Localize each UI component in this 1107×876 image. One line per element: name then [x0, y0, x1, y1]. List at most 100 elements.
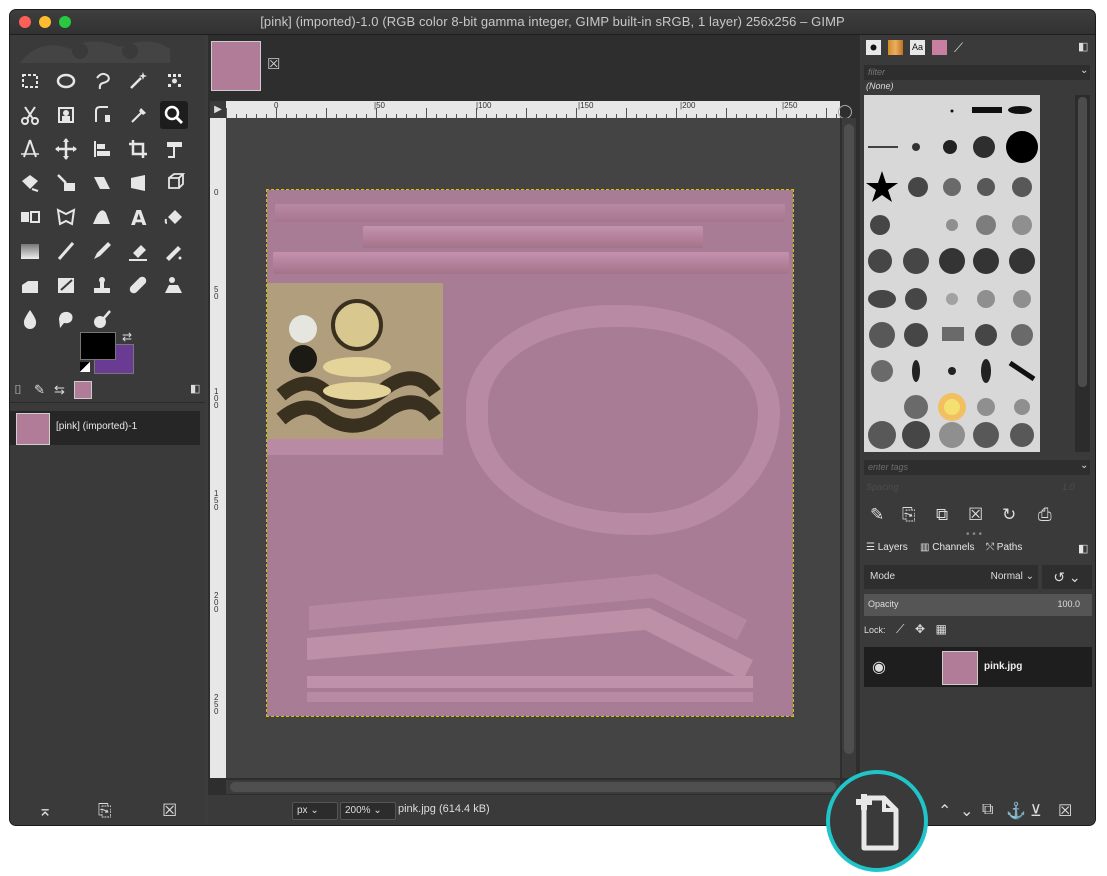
brush-scroll-thumb[interactable] [1078, 97, 1087, 387]
lock-alpha-icon[interactable]: ▦ [936, 622, 947, 636]
delete-layer-icon[interactable]: ☒ [1058, 801, 1072, 821]
reset-colors-icon[interactable] [80, 362, 90, 372]
opacity-slider[interactable]: Opacity 100.0 [864, 594, 1092, 616]
undo-history-tab-icon[interactable]: ⇆ [54, 382, 65, 398]
align-tool[interactable] [88, 135, 116, 163]
layers-tab[interactable]: ☰ Layers [866, 542, 908, 553]
scissors-select-tool[interactable] [16, 101, 44, 129]
flip-tool[interactable] [16, 203, 44, 231]
mypaint-brush-tool[interactable] [52, 271, 80, 299]
zoom-tool[interactable] [160, 101, 188, 129]
image-tab-thumbnail[interactable] [211, 41, 261, 91]
duplicate-layer-icon[interactable]: ⧉ [982, 801, 993, 819]
rect-select-tool[interactable] [16, 67, 44, 95]
layer-mode-select[interactable]: Mode Normal ⌄ [864, 565, 1038, 589]
visibility-eye-icon[interactable]: ◉ [872, 657, 886, 677]
lower-layer-icon[interactable]: ⌄ [960, 801, 973, 821]
brushes-tab-icon[interactable] [866, 40, 881, 55]
3d-transform-tool[interactable] [160, 169, 188, 197]
close-image-tab-icon[interactable]: ☒ [267, 55, 280, 73]
fuzzy-select-tool[interactable] [124, 67, 152, 95]
canvas-viewport[interactable] [226, 118, 840, 778]
horizontal-ruler[interactable]: 0 |50 |100 |150 |200 |250 [226, 101, 840, 118]
brush-filter-input[interactable]: filter [864, 65, 1090, 80]
scale-tool[interactable] [52, 169, 80, 197]
refresh-brushes-icon[interactable]: ↻ [1002, 505, 1016, 525]
lock-pixels-icon[interactable]: ⟋ [896, 622, 904, 636]
pencil-tool[interactable] [88, 237, 116, 265]
fonts-tab-icon[interactable]: Aa [910, 40, 925, 55]
tool-options-tab-icon[interactable]: ⌷ [14, 382, 22, 398]
brush-scrollbar[interactable] [1075, 95, 1090, 452]
mode-switch-icon[interactable]: ↺ ⌄ [1042, 565, 1092, 589]
ink-tool[interactable] [16, 271, 44, 299]
image-list-item[interactable]: [pink] (imported)-1 [10, 411, 200, 445]
foreground-color-swatch[interactable] [80, 332, 116, 360]
edit-brush-icon[interactable]: ✎ [870, 505, 884, 525]
images-tab-icon[interactable] [932, 40, 947, 55]
raise-view-icon[interactable]: ⌅ [38, 801, 52, 821]
configure-tab-icon[interactable]: ◧ [1078, 40, 1093, 55]
blur-tool[interactable] [16, 305, 44, 333]
chevron-down-icon[interactable]: ⌄ [1080, 65, 1088, 76]
paint-dynamics-tab-icon[interactable]: ⟋ [954, 40, 969, 55]
horizontal-scroll-thumb[interactable] [230, 782, 836, 792]
channels-tab[interactable]: ▥ Channels [920, 542, 975, 553]
configure-tab-icon[interactable]: ◧ [190, 382, 200, 395]
eraser-tool[interactable] [124, 237, 152, 265]
duplicate-brush-icon[interactable]: ⧉ [936, 505, 948, 525]
by-color-select-tool[interactable] [160, 67, 188, 95]
new-brush-icon[interactable]: ⎘ [902, 505, 916, 525]
paths-tab[interactable]: ⤲ Paths [986, 542, 1022, 553]
chevron-down-icon[interactable]: ⌄ [1080, 460, 1088, 471]
new-display-icon[interactable]: ⎘ [98, 801, 112, 821]
raise-layer-icon[interactable]: ⌃ [938, 801, 951, 821]
navigate-icon[interactable] [838, 105, 852, 119]
merge-layer-icon[interactable]: ⊻ [1030, 801, 1042, 821]
bucket-fill-tool[interactable] [160, 203, 188, 231]
unified-transform-tool[interactable] [160, 135, 188, 163]
free-select-tool[interactable] [88, 67, 116, 95]
warp-tool[interactable] [88, 203, 116, 231]
foreground-select-tool[interactable] [52, 101, 80, 129]
layer-list-item[interactable]: ◉ pink.jpg [864, 647, 1092, 687]
brush-grid[interactable] [864, 95, 1040, 452]
vertical-ruler[interactable]: 0 5 0 1 0 0 1 5 0 2 0 0 2 5 0 [210, 118, 226, 778]
paintbrush-tool[interactable] [52, 237, 80, 265]
unit-select[interactable]: px ⌄ [292, 802, 338, 820]
dodge-burn-tool[interactable] [88, 305, 116, 333]
delete-image-icon[interactable]: ☒ [162, 801, 177, 821]
shear-tool[interactable] [88, 169, 116, 197]
airbrush-tool[interactable] [160, 237, 188, 265]
smudge-tool[interactable] [52, 305, 80, 333]
gradient-tool[interactable] [16, 237, 44, 265]
crop-tool[interactable] [124, 135, 152, 163]
anchor-layer-icon[interactable]: ⚓ [1006, 801, 1026, 821]
perspective-clone-tool[interactable] [160, 271, 188, 299]
clone-tool[interactable] [88, 271, 116, 299]
vertical-scroll-thumb[interactable] [844, 124, 854, 754]
heal-tool[interactable] [124, 271, 152, 299]
zoom-select[interactable]: 200% ⌄ [340, 802, 396, 820]
rotate-tool[interactable] [16, 169, 44, 197]
device-status-tab-icon[interactable]: ✎ [34, 382, 45, 398]
move-tool[interactable] [52, 135, 80, 163]
paths-tool[interactable] [88, 101, 116, 129]
image-canvas[interactable] [266, 189, 794, 717]
new-layer-button-highlight[interactable] [826, 770, 928, 872]
swap-colors-icon[interactable]: ⇄ [122, 330, 132, 344]
open-brush-as-image-icon[interactable]: ⎙ [1038, 505, 1052, 525]
images-tab-icon[interactable] [74, 381, 92, 399]
cage-tool[interactable] [52, 203, 80, 231]
dock-resize-handle[interactable]: • • • [966, 529, 982, 540]
vertical-scrollbar[interactable] [842, 118, 856, 778]
perspective-tool[interactable] [124, 169, 152, 197]
measure-tool[interactable] [16, 135, 44, 163]
horizontal-scrollbar[interactable] [226, 780, 840, 794]
delete-brush-icon[interactable]: ☒ [968, 505, 983, 525]
brush-tags-input[interactable]: enter tags [864, 460, 1090, 475]
color-picker-tool[interactable] [124, 101, 152, 129]
spacing-value[interactable]: 1.0 [1062, 482, 1075, 492]
patterns-tab-icon[interactable] [888, 40, 903, 55]
quick-mask-toggle[interactable]: ▶ [210, 101, 226, 118]
